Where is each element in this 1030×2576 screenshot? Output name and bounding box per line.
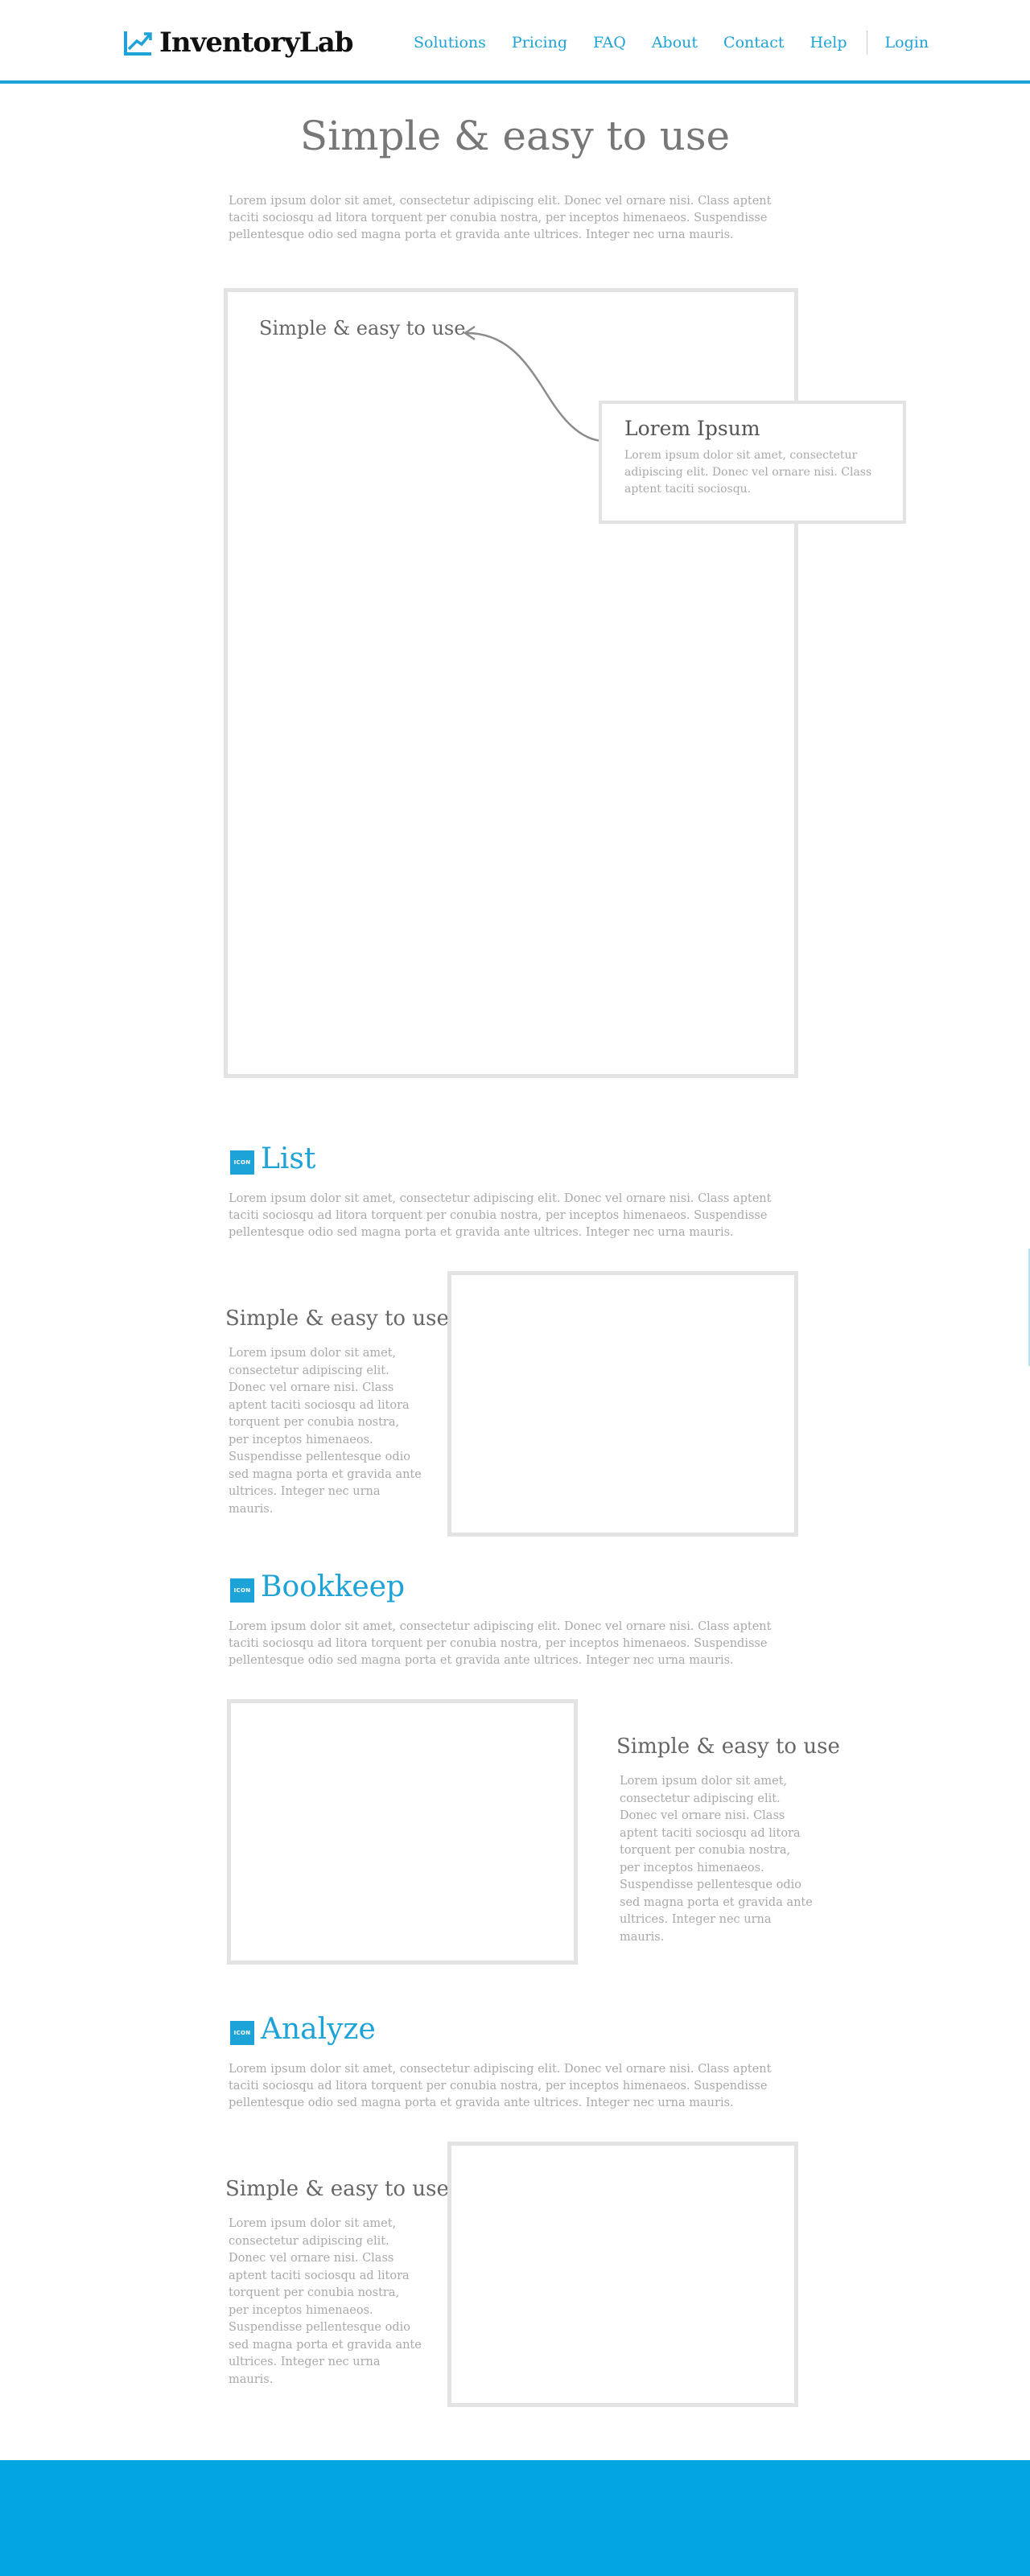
hero-intro: Lorem ipsum dolor sit amet, consectetur …	[229, 195, 772, 241]
site-footer	[0, 2460, 1030, 2576]
logo-text: InventoryLab	[159, 27, 353, 59]
page-title: Simple & easy to use	[299, 113, 731, 159]
hero-frame-caption: Simple & easy to use	[259, 317, 466, 339]
bookkeep-section-title: Bookkeep	[261, 1570, 406, 1603]
callout-arrow	[463, 325, 601, 442]
callout-title: Lorem Ipsum	[624, 417, 760, 440]
bookkeep-side-text: Lorem ipsum dolor sit amet, consectetur …	[620, 1775, 813, 1944]
analyze-section-icon: ICON	[230, 2021, 254, 2045]
analyze-section-title: Analyze	[261, 2013, 376, 2046]
list-side-text: Lorem ipsum dolor sit amet, consectetur …	[229, 1347, 422, 1516]
analyze-screenshot-frame	[447, 2142, 798, 2407]
analyze-side-text: Lorem ipsum dolor sit amet, consectetur …	[229, 2217, 422, 2386]
nav-solutions[interactable]: Solutions	[414, 34, 486, 51]
callout-text: Lorem ipsum dolor sit amet, consectetur …	[624, 449, 872, 496]
site-header: InventoryLab Solutions Pricing FAQ About…	[0, 0, 1030, 84]
main-nav: Solutions Pricing FAQ About Contact Help…	[414, 31, 954, 55]
list-side-title: Simple & easy to use	[225, 1307, 449, 1331]
bookkeep-side-title: Simple & easy to use	[616, 1734, 840, 1759]
chart-arrow-up-icon	[124, 31, 152, 56]
feature-callout: Lorem Ipsum Lorem ipsum dolor sit amet, …	[599, 401, 906, 524]
login-link[interactable]: Login	[885, 34, 929, 51]
nav-pricing[interactable]: Pricing	[512, 34, 567, 51]
nav-about[interactable]: About	[652, 34, 698, 51]
analyze-side-title: Simple & easy to use	[225, 2177, 449, 2201]
nav-faq[interactable]: FAQ	[593, 34, 626, 51]
analyze-section-intro: Lorem ipsum dolor sit amet, consectetur …	[229, 2063, 772, 2109]
nav-help[interactable]: Help	[810, 34, 847, 51]
bookkeep-section-icon: ICON	[230, 1578, 254, 1603]
bookkeep-section-intro: Lorem ipsum dolor sit amet, consectetur …	[229, 1620, 772, 1667]
logo[interactable]: InventoryLab	[122, 24, 353, 61]
list-section-icon: ICON	[230, 1150, 254, 1175]
list-screenshot-frame	[447, 1271, 798, 1537]
nav-contact[interactable]: Contact	[723, 34, 784, 51]
list-section-title: List	[261, 1142, 316, 1175]
list-section-intro: Lorem ipsum dolor sit amet, consectetur …	[229, 1192, 772, 1239]
bookkeep-screenshot-frame	[227, 1699, 578, 1965]
